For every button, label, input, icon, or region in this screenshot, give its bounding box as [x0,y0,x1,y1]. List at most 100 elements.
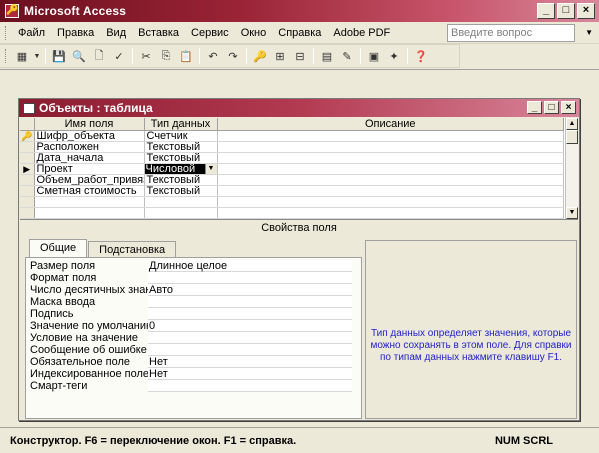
property-row[interactable]: Число десятичных знаков Авто [30,284,352,296]
doc-close-button[interactable]: × [561,101,576,114]
property-value[interactable]: Нет [148,368,352,380]
print-preview-icon[interactable]: 🗋 [90,47,108,65]
primary-key-icon[interactable]: 🔑 [20,130,35,142]
new-object-icon[interactable]: ✦ [385,47,403,65]
description-cell[interactable] [217,207,564,219]
description-cell[interactable] [217,174,564,186]
data-type-cell[interactable] [144,196,218,208]
property-value[interactable] [148,272,352,284]
menu-adobe-pdf[interactable]: Adobe PDF [327,25,396,41]
field-name-cell[interactable] [34,207,145,219]
access-key-icon[interactable]: 🔑 [5,4,19,18]
menubar-grip[interactable] [5,25,8,40]
view-icon[interactable]: ▦ [13,47,31,65]
description-cell[interactable] [217,196,564,208]
chevron-down-icon[interactable]: ▼ [204,164,216,174]
property-value[interactable]: Длинное целое [148,260,352,272]
spelling-icon[interactable]: ✓ [110,47,128,65]
property-row[interactable]: Сообщение об ошибке [30,344,352,356]
menu-insert[interactable]: Вставка [132,25,185,41]
data-type-cell[interactable] [144,207,218,219]
table-row[interactable]: Расположен Текстовый [20,141,564,153]
description-cell[interactable] [217,163,564,175]
data-type-cell[interactable]: Текстовый [144,174,218,186]
doc-maximize-button[interactable]: □ [544,101,559,114]
delete-rows-icon[interactable]: ⊟ [291,47,309,65]
chevron-down-icon[interactable]: ▼ [33,47,41,65]
data-type-combo[interactable]: Числовой ▼ [144,163,218,175]
row-selector[interactable] [20,185,35,197]
property-value[interactable] [148,296,352,308]
menu-window[interactable]: Окно [235,25,273,41]
property-value[interactable]: Нет [148,356,352,368]
table-row[interactable]: ▶ Проект Числовой ▼ [20,163,564,175]
insert-rows-icon[interactable]: ⊞ [271,47,289,65]
menu-edit[interactable]: Правка [51,25,100,41]
vertical-scrollbar[interactable]: ▲ ▼ [565,118,578,219]
doc-minimize-button[interactable]: _ [527,101,542,114]
property-row[interactable]: Индексированное поле Нет [30,368,352,380]
property-value[interactable] [148,308,352,320]
menu-view[interactable]: Вид [100,25,132,41]
table-icon[interactable] [23,102,35,114]
scroll-thumb[interactable] [566,130,578,144]
primary-key-icon[interactable]: 🔑 [251,47,269,65]
table-row[interactable] [20,196,564,208]
row-selector[interactable] [20,174,35,186]
field-name-cell[interactable]: Дата_начала [34,152,145,164]
row-selector[interactable] [20,207,35,219]
data-type-cell[interactable]: Текстовый [144,185,218,197]
property-value[interactable]: Авто [148,284,352,296]
tab-lookup[interactable]: Подстановка [88,241,177,257]
property-row[interactable]: Смарт-теги [30,380,352,392]
property-row[interactable]: Формат поля [30,272,352,284]
data-type-cell[interactable]: Текстовый [144,152,218,164]
menu-tools[interactable]: Сервис [185,25,235,41]
chevron-down-icon[interactable]: ▼ [585,28,593,37]
app-title-bar[interactable]: 🔑 Microsoft Access _ □ × [0,0,599,22]
description-cell[interactable] [217,152,564,164]
properties-icon[interactable]: ▤ [318,47,336,65]
build-icon[interactable]: ✎ [338,47,356,65]
table-row[interactable]: 🔑 Шифр_объекта Счетчик [20,130,564,142]
copy-icon[interactable]: ⎘ [157,47,175,65]
column-header-field-name[interactable]: Имя поля [34,118,145,131]
redo-icon[interactable]: ↷ [224,47,242,65]
table-row[interactable]: Дата_начала Текстовый [20,152,564,164]
row-selector[interactable] [20,196,35,208]
field-name-cell[interactable]: Шифр_объекта [34,130,145,142]
property-value[interactable] [148,332,352,344]
maximize-button[interactable]: □ [557,3,575,19]
description-cell[interactable] [217,141,564,153]
property-value[interactable] [148,380,352,392]
property-row[interactable]: Подпись [30,308,352,320]
table-row[interactable] [20,207,564,219]
field-name-cell[interactable]: Сметная стоимость [34,185,145,197]
property-row[interactable]: Маска ввода [30,296,352,308]
column-header-data-type[interactable]: Тип данных [144,118,218,131]
property-row[interactable]: Условие на значение [30,332,352,344]
property-row[interactable]: Размер поля Длинное целое [30,260,352,272]
property-row[interactable]: Обязательное поле Нет [30,356,352,368]
search-icon[interactable]: 🔍 [70,47,88,65]
field-name-cell[interactable]: Расположен [34,141,145,153]
database-window-icon[interactable]: ▣ [365,47,383,65]
scroll-down-icon[interactable]: ▼ [566,207,578,219]
data-type-cell[interactable]: Счетчик [144,130,218,142]
close-button[interactable]: × [577,3,595,19]
property-value[interactable]: 0 [148,320,352,332]
table-row[interactable]: Сметная стоимость Текстовый [20,185,564,197]
row-selector[interactable] [20,141,35,153]
scroll-up-icon[interactable]: ▲ [566,118,578,130]
field-name-cell[interactable]: Проект [34,163,145,175]
description-cell[interactable] [217,130,564,142]
tab-general[interactable]: Общие [29,239,88,257]
paste-icon[interactable]: 📋 [177,47,195,65]
field-name-cell[interactable] [34,196,145,208]
column-header-description[interactable]: Описание [217,118,564,131]
current-row-arrow-icon[interactable]: ▶ [20,163,35,175]
doc-title-bar[interactable]: Объекты : таблица _ □ × [19,99,579,117]
toolbar-grip[interactable] [5,49,8,63]
row-selector[interactable] [20,152,35,164]
menu-help[interactable]: Справка [272,25,327,41]
